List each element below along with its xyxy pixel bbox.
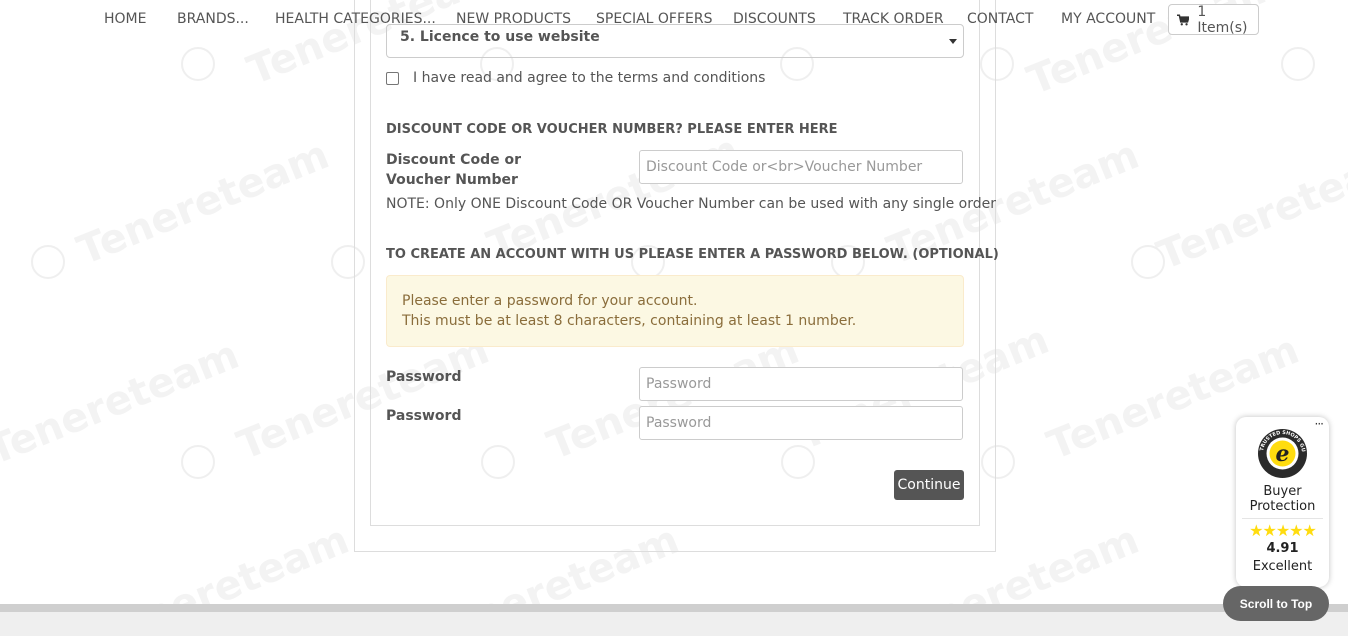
- watermark-seal-icon: [1281, 47, 1315, 81]
- password-info-alert: Please enter a password for your account…: [386, 275, 964, 347]
- password-confirm-input[interactable]: Password: [639, 406, 963, 440]
- top-navigation: HOME BRANDS... HEALTH CATEGORIES... NEW …: [0, 0, 1348, 40]
- watermark-seal-icon: [31, 245, 65, 279]
- nav-contact[interactable]: CONTACT: [967, 11, 1033, 27]
- account-heading: TO CREATE AN ACCOUNT WITH US PLEASE ENTE…: [386, 247, 999, 262]
- rating-stars: ★★★★★: [1249, 521, 1317, 540]
- nav-my-account[interactable]: MY ACCOUNT: [1061, 11, 1155, 27]
- watermark-text: Tenereteam: [71, 131, 336, 275]
- password-label: Password: [386, 369, 462, 385]
- nav-brands[interactable]: BRANDS...: [177, 11, 249, 27]
- rating-score: 4.91: [1266, 541, 1299, 556]
- watermark-text: Tenereteam: [0, 331, 246, 475]
- seal-letter: e: [1276, 441, 1290, 467]
- discount-label-line2: Voucher Number: [386, 172, 518, 188]
- password-confirm-label: Password: [386, 408, 462, 424]
- nav-special-offers[interactable]: SPECIAL OFFERS: [596, 11, 713, 27]
- nav-new-products[interactable]: NEW PRODUCTS: [456, 11, 571, 27]
- scroll-to-top-button[interactable]: Scroll to Top: [1223, 586, 1329, 621]
- discount-heading: DISCOUNT CODE OR VOUCHER NUMBER? PLEASE …: [386, 122, 838, 137]
- watermark-seal-icon: [181, 445, 215, 479]
- nav-health-categories[interactable]: HEALTH CATEGORIES...: [275, 11, 436, 27]
- watermark-seal-icon: [1131, 245, 1165, 279]
- divider: [1242, 518, 1323, 519]
- terms-row: I have read and agree to the terms and c…: [386, 70, 765, 86]
- nav-home[interactable]: HOME: [104, 11, 146, 27]
- footer: [0, 604, 1348, 636]
- cart-button[interactable]: 1 Item(s): [1168, 3, 1259, 36]
- watermark-text: Tenereteam: [1151, 136, 1348, 280]
- discount-label-line1: Discount Code or: [386, 152, 521, 168]
- trusted-shops-seal-icon: e TRUSTED SHOPS GUARANTEE: [1257, 428, 1307, 478]
- rating-grade: Excellent: [1252, 559, 1313, 574]
- alert-line2: This must be at least 8 characters, cont…: [402, 313, 857, 329]
- buyer-protection-label: Buyer Protection: [1236, 484, 1329, 514]
- terms-checkbox[interactable]: [386, 71, 399, 85]
- terms-label: I have read and agree to the terms and c…: [413, 70, 766, 86]
- continue-button[interactable]: Continue: [894, 470, 964, 500]
- watermark-seal-icon: [181, 47, 215, 81]
- buyer-protection-line2: Protection: [1249, 499, 1316, 514]
- nav-track-order[interactable]: TRACK ORDER: [843, 11, 944, 27]
- nav-discounts[interactable]: DISCOUNTS: [733, 11, 816, 27]
- trusted-shops-badge[interactable]: ··· e TRUSTED SHOPS GUARANTEE Buyer Prot…: [1236, 417, 1329, 587]
- discount-label: Discount Code or Voucher Number: [386, 150, 521, 190]
- discount-code-input[interactable]: Discount Code or<br>Voucher Number: [639, 150, 963, 184]
- cart-count-label: 1 Item(s): [1197, 3, 1248, 36]
- more-options-icon[interactable]: ···: [1315, 417, 1325, 431]
- alert-line1: Please enter a password for your account…: [402, 293, 698, 309]
- password-input[interactable]: Password: [639, 367, 963, 401]
- buyer-protection-line1: Buyer: [1263, 484, 1302, 499]
- cart-icon: [1177, 13, 1190, 25]
- discount-note: NOTE: Only ONE Discount Code OR Voucher …: [386, 196, 997, 212]
